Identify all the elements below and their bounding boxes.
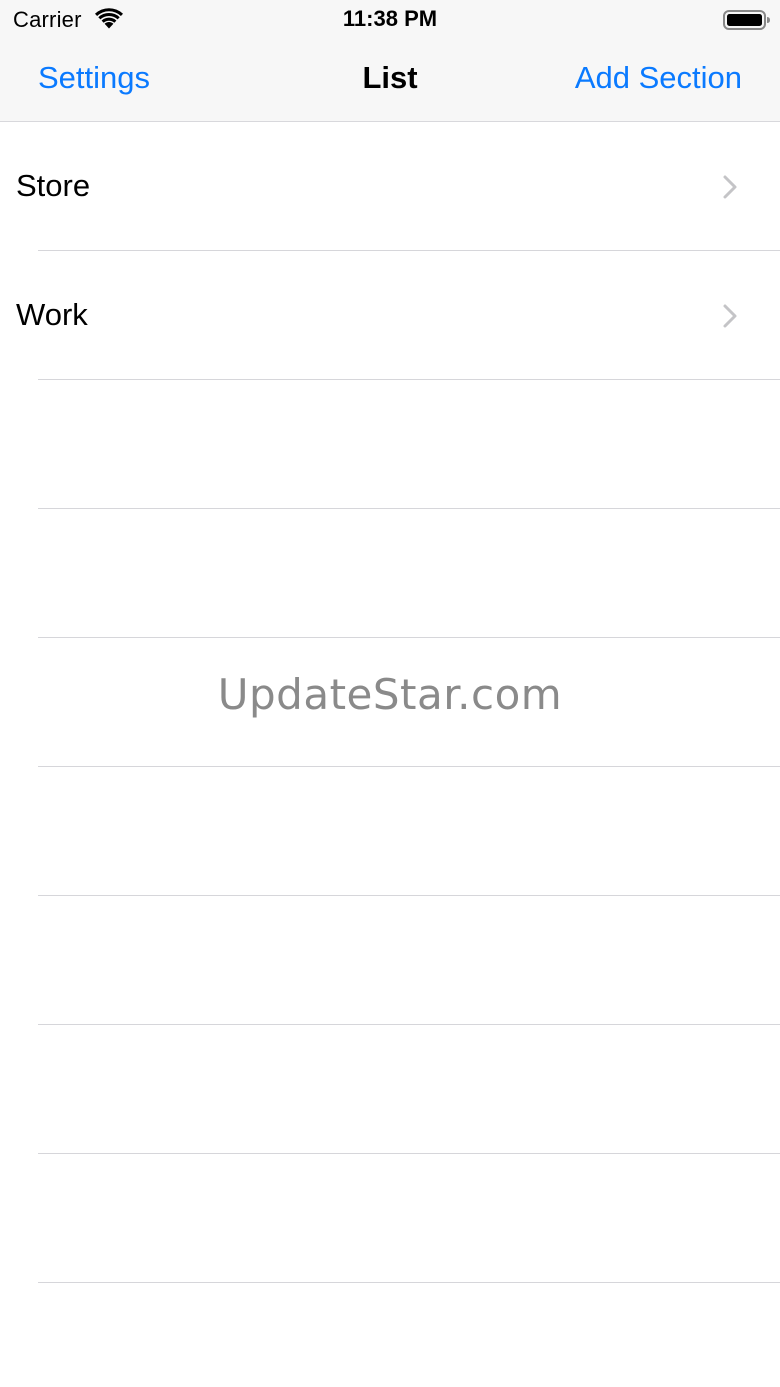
list-item-label: Store (16, 168, 91, 203)
empty-row (0, 896, 780, 1025)
list-item-store[interactable]: Store (0, 122, 780, 251)
watermark-text: UpdateStar.com (217, 670, 563, 719)
empty-row (0, 380, 780, 509)
empty-row (0, 1025, 780, 1154)
list-item-work[interactable]: Work (0, 251, 780, 380)
empty-row (0, 1154, 780, 1283)
empty-row (0, 767, 780, 896)
list-item-label: Work (16, 297, 88, 332)
chevron-right-icon (723, 304, 737, 328)
navigation-bar: Carrier 11:38 PM Settings List Add Secti… (0, 0, 780, 122)
screen: Carrier 11:38 PM Settings List Add Secti… (0, 0, 780, 1387)
empty-row (0, 509, 780, 638)
status-time: 11:38 PM (342, 6, 438, 31)
chevron-right-icon (723, 175, 737, 199)
add-section-button[interactable]: Add Section (575, 60, 742, 96)
battery-icon (723, 10, 770, 30)
